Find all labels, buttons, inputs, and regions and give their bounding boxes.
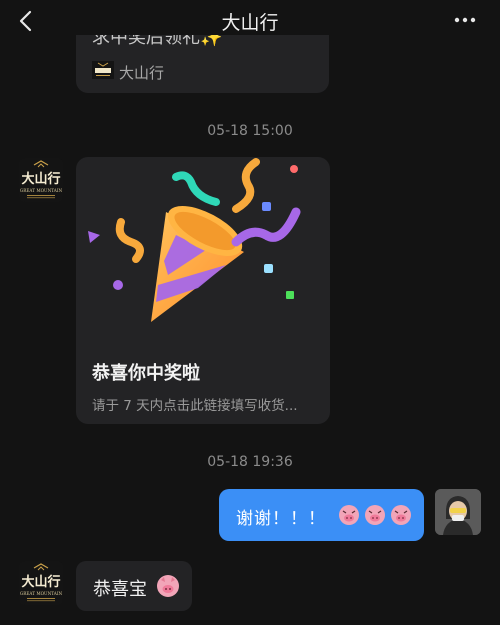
incoming-message-text: 恭喜宝 — [93, 579, 147, 600]
brand-avatar[interactable]: 大山行 GREAT MOUNTAIN — [19, 561, 63, 605]
prize-card[interactable]: 恭喜你中奖啦 请于 7 天内点击此链接填写收货... — [76, 157, 330, 424]
brand-logo-icon: 大山行 GREAT MOUNTAIN — [20, 563, 63, 602]
chat-title: 大山行 — [221, 12, 279, 34]
timestamp: 05-18 19:36 — [207, 454, 293, 470]
party-popper-icon — [88, 158, 301, 322]
brand-logo-subtext: GREAT MOUNTAIN — [20, 188, 63, 193]
timestamp: 05-18 15:00 — [207, 123, 293, 139]
outgoing-message-text: 谢谢！！！ — [236, 509, 326, 529]
user-avatar-image — [435, 489, 481, 535]
previous-card-title: 求中奖后领礼✨ — [92, 35, 223, 48]
previous-card[interactable]: 求中奖后领礼✨ 大山行 — [76, 35, 329, 93]
brand-avatar[interactable]: 大山行 GREAT MOUNTAIN — [19, 158, 63, 202]
previous-card-source: 大山行 — [119, 64, 165, 82]
brand-logo-text: 大山行 — [21, 171, 60, 187]
pig-face-icon — [157, 575, 179, 597]
brand-logo-subtext: GREAT MOUNTAIN — [20, 591, 63, 596]
brand-logo-text: 大山行 — [21, 574, 60, 590]
more-dots-icon[interactable] — [452, 8, 478, 32]
outgoing-message[interactable]: 谢谢！！！ — [219, 489, 424, 541]
pig-face-icon — [339, 505, 411, 525]
prize-card-title: 恭喜你中奖啦 — [92, 363, 200, 384]
brand-logo-icon: 大山行 GREAT MOUNTAIN — [20, 160, 63, 199]
prize-card-description: 请于 7 天内点击此链接填写收货... — [92, 398, 298, 414]
brand-logo-icon — [92, 61, 114, 79]
incoming-message[interactable]: 恭喜宝 — [76, 561, 192, 611]
user-avatar[interactable] — [435, 489, 481, 535]
